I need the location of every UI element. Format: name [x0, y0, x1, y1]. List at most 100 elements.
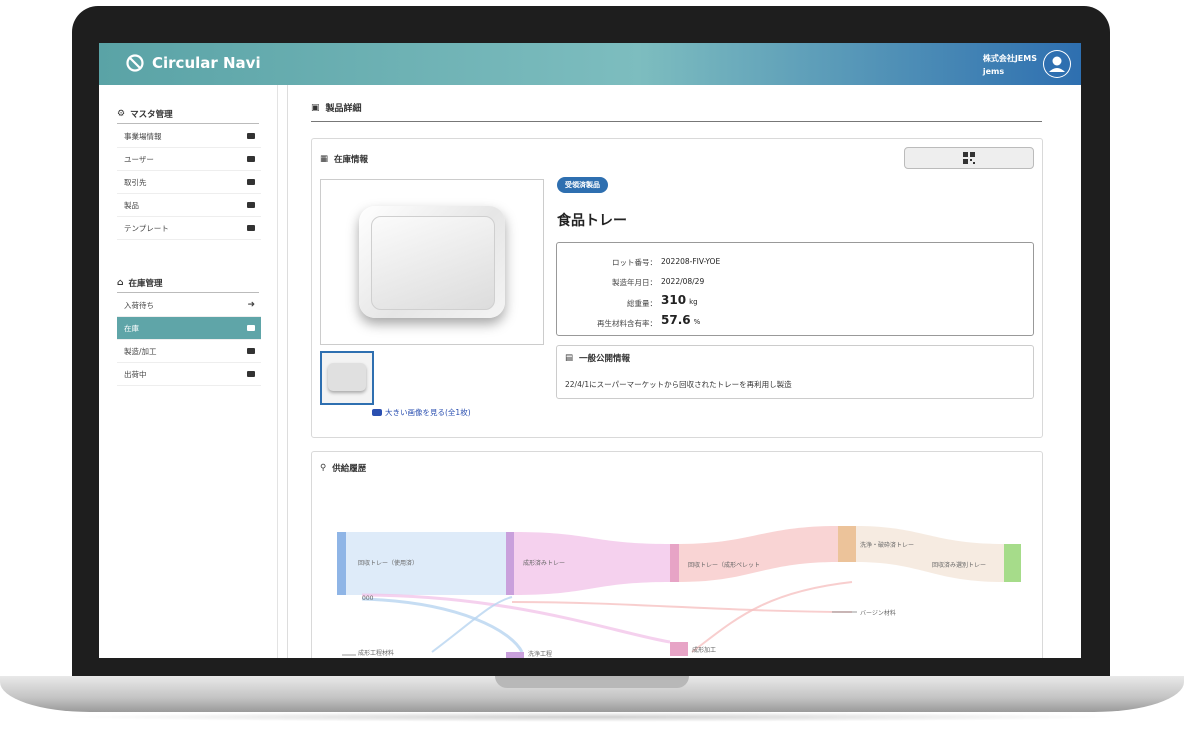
- sankey-node: [838, 526, 856, 562]
- sign-in-icon: ➜: [247, 300, 255, 310]
- company-name: 株式会社JEMS: [982, 54, 1037, 63]
- sidebar-item-templates[interactable]: テンプレート: [117, 217, 261, 240]
- sankey-label: 洗浄工程: [528, 650, 552, 658]
- warehouse-icon: ⌂: [117, 278, 124, 288]
- supply-sankey-diagram: 回収トレー（使用済） 成形済みトレー 回収トレー（成形ペレット 洗浄・破砕済トレ…: [337, 526, 1021, 658]
- sidebar-divider: [287, 85, 288, 658]
- sankey-label: バージン材料: [860, 609, 896, 617]
- building-icon: [247, 133, 255, 139]
- sidebar-item-label: ユーザー: [124, 154, 154, 164]
- product-name: 食品トレー: [557, 213, 627, 229]
- weight-value: 310: [661, 293, 687, 307]
- lot-label: ロット番号：: [612, 258, 657, 267]
- sidebar-item-manufacturing[interactable]: 製造/加工: [117, 340, 261, 363]
- status-badge: 受領済製品: [557, 177, 608, 193]
- box-icon: ▣: [311, 102, 320, 113]
- date-label: 製造年月日：: [612, 278, 657, 287]
- sankey-node: [670, 642, 688, 656]
- sidebar-section-title: 在庫管理: [128, 279, 163, 289]
- sidebar-item-office[interactable]: 事業場情報: [117, 125, 261, 148]
- sidebar-item-label: 製造/加工: [124, 346, 157, 356]
- title-divider: [311, 121, 1042, 122]
- sankey-label: 回収トレー（成形ペレット: [688, 561, 760, 569]
- public-info-title: ▤ 一般公開情報: [565, 352, 630, 364]
- food-tray-image: [359, 206, 505, 318]
- stock-info-card: ▦ 在庫情報 大きい画像を見る(全1枚) 受領済製品 食品トレー ロット番号： …: [311, 138, 1043, 438]
- template-icon: [247, 225, 255, 231]
- product-thumbnail[interactable]: [320, 351, 374, 405]
- laptop-shadow: [60, 712, 1124, 722]
- sidebar-item-shipping[interactable]: 出荷中: [117, 363, 261, 386]
- sidebar-item-awaiting[interactable]: 入荷待ち ➜: [117, 294, 261, 317]
- cubes-icon: [247, 325, 255, 331]
- page-title: ▣ 製品詳細: [311, 101, 362, 115]
- sankey-label: 成形済みトレー: [523, 559, 565, 567]
- user-icon: [1044, 51, 1070, 77]
- user-name: jems: [982, 67, 1005, 76]
- sidebar-item-partners[interactable]: 取引先: [117, 171, 261, 194]
- sidebar-item-label: 在庫: [124, 323, 139, 333]
- page-title-text: 製品詳細: [325, 104, 362, 114]
- sidebar-section-inventory: ⌂ 在庫管理: [117, 277, 259, 293]
- qr-code-icon: [963, 152, 975, 164]
- product-info-box: ロット番号： 202208-FIV-YOE 製造年月日： 2022/08/29 …: [556, 242, 1034, 336]
- app-logo[interactable]: Circular Navi: [125, 53, 261, 73]
- sidebar: ⚙ マスタ管理 事業場情報 ユーザー 取引先 製品 テンプレート ⌂ 在庫管理: [99, 85, 278, 658]
- logo-text: Circular Navi: [152, 54, 261, 72]
- sankey-node: [1004, 544, 1021, 582]
- stock-title-text: 在庫情報: [334, 155, 369, 165]
- public-info-text: 22/4/1にスーパーマーケットから回収されたトレーを再利用し製造: [565, 380, 792, 389]
- sidebar-item-label: テンプレート: [124, 223, 169, 233]
- sidebar-section-master: ⚙ マスタ管理: [117, 108, 259, 124]
- product-main-image[interactable]: [320, 179, 544, 345]
- view-large-image-text: 大きい画像を見る(全1枚): [385, 408, 471, 417]
- sankey-label: 000: [362, 595, 374, 602]
- weight-label: 総重量：: [627, 299, 657, 308]
- sankey-flow: [856, 526, 1004, 582]
- weight-field: 310 kg: [661, 293, 698, 307]
- qr-code-button[interactable]: [904, 147, 1034, 169]
- boxes-icon: [247, 202, 255, 208]
- copy-icon: [247, 348, 255, 354]
- sidebar-item-label: 製品: [124, 200, 139, 210]
- weight-unit: kg: [689, 298, 698, 306]
- user-avatar[interactable]: [1043, 50, 1071, 78]
- sankey-label: 回収トレー（使用済）: [358, 559, 418, 567]
- book-icon: ▤: [565, 353, 574, 363]
- recycled-field: 57.6%: [661, 313, 700, 327]
- sankey-node: [670, 544, 679, 582]
- date-value: 2022/08/29: [661, 277, 705, 286]
- sidebar-item-products[interactable]: 製品: [117, 194, 261, 217]
- sankey-node: [506, 532, 514, 595]
- recycled-value: 57.6: [661, 313, 691, 327]
- recycled-unit: %: [693, 318, 701, 326]
- app-screen: Circular Navi 株式会社JEMS jems ⚙ マスタ管理 事業場情…: [99, 43, 1081, 658]
- top-bar: Circular Navi 株式会社JEMS jems: [99, 43, 1081, 85]
- users-icon: [247, 156, 255, 162]
- gears-icon: ⚙: [117, 109, 126, 119]
- sidebar-item-label: 出荷中: [124, 369, 147, 379]
- truck-icon: [247, 371, 255, 377]
- sankey-label: 成形工程材料: [358, 649, 394, 657]
- sidebar-item-label: 取引先: [124, 177, 147, 187]
- company-info: 株式会社JEMS jems: [983, 52, 1037, 78]
- handshake-icon: [247, 179, 255, 185]
- sidebar-section-title: マスタ管理: [130, 110, 173, 120]
- sidebar-item-label: 入荷待ち: [124, 300, 154, 310]
- sankey-label: 回収済み選別トレー: [932, 561, 986, 569]
- sidebar-item-label: 事業場情報: [124, 131, 162, 141]
- public-title-text: 一般公開情報: [579, 354, 631, 364]
- recycled-label: 再生材料含有率：: [597, 319, 657, 328]
- laptop-notch: [495, 676, 689, 688]
- sankey-node: [506, 652, 524, 658]
- sidebar-item-stock[interactable]: 在庫: [117, 317, 261, 340]
- cubes-icon: ▦: [320, 154, 329, 164]
- sankey-label: 成形加工: [692, 646, 716, 654]
- view-large-image-link[interactable]: 大きい画像を見る(全1枚): [372, 407, 471, 418]
- sankey-flow: [679, 526, 838, 582]
- circular-logo-icon: [126, 54, 144, 72]
- sankey-node: [337, 532, 346, 595]
- image-icon: [372, 409, 382, 416]
- sankey-flow: [691, 581, 853, 653]
- sidebar-item-users[interactable]: ユーザー: [117, 148, 261, 171]
